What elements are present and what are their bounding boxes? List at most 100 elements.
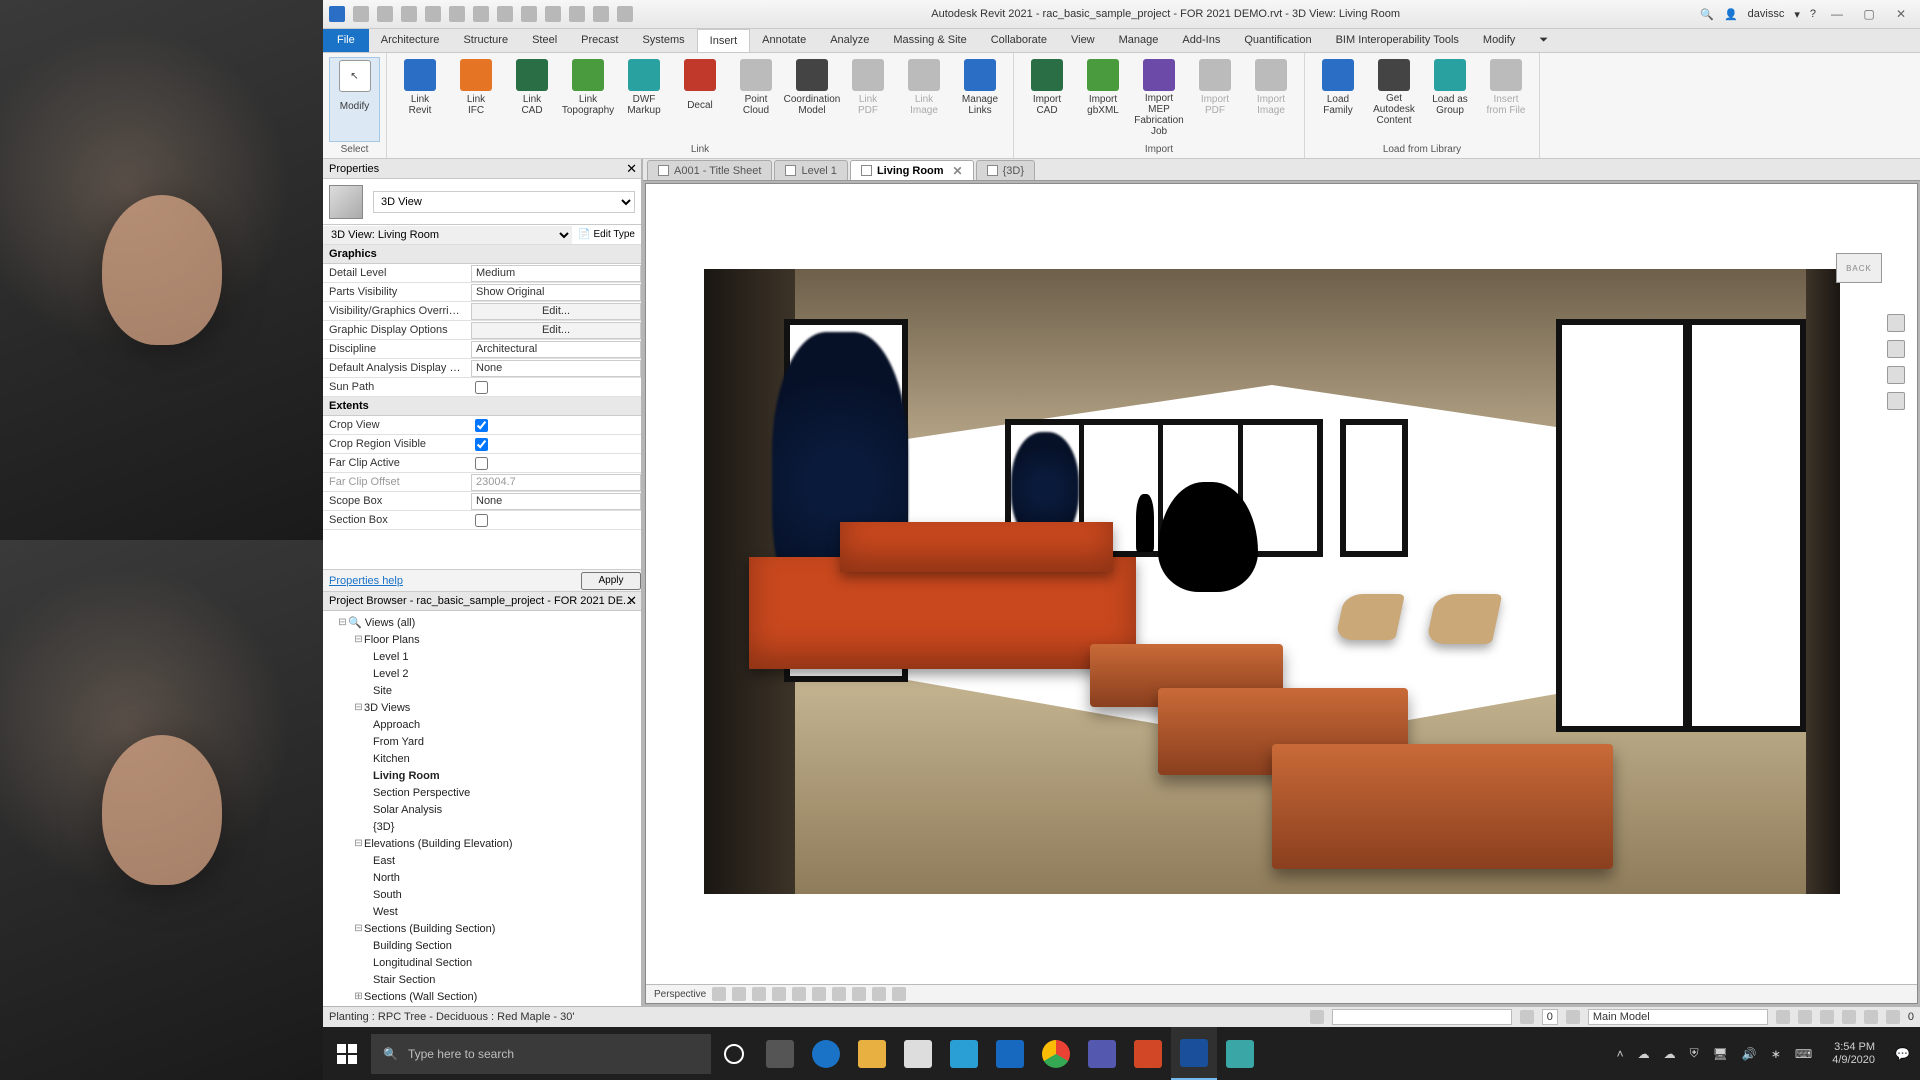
project-browser-close-icon[interactable]: ✕ xyxy=(626,593,637,609)
ribbon-tab-precast[interactable]: Precast xyxy=(569,29,630,52)
tree-item-approach[interactable]: Approach xyxy=(323,716,641,733)
prop-value[interactable] xyxy=(471,379,641,396)
workset-selector[interactable] xyxy=(1332,1009,1512,1025)
teams-icon[interactable] xyxy=(1079,1027,1125,1080)
prop-value[interactable]: Edit... xyxy=(471,322,641,339)
detail-level-icon[interactable] xyxy=(712,987,726,1001)
keyboard-icon[interactable]: ⌨ xyxy=(1795,1047,1812,1061)
properties-header[interactable]: Properties ✕ xyxy=(323,159,641,179)
tree-item-south[interactable]: South xyxy=(323,886,641,903)
mail-icon[interactable] xyxy=(941,1027,987,1080)
tree-root[interactable]: ⊟ 🔍 Views (all) xyxy=(323,614,641,631)
ribbon-get-autodesk-content[interactable]: Get AutodeskContent xyxy=(1367,57,1421,142)
sync-icon[interactable] xyxy=(401,6,417,22)
ribbon-tab-structure[interactable]: Structure xyxy=(451,29,520,52)
modify-tool[interactable]: ↖ Modify xyxy=(329,57,380,142)
print-icon[interactable] xyxy=(473,6,489,22)
reveal-hidden-icon[interactable] xyxy=(892,987,906,1001)
ribbon-import-cad[interactable]: ImportCAD xyxy=(1020,57,1074,142)
quick-access-toolbar[interactable] xyxy=(323,6,639,22)
full-nav-wheel-icon[interactable] xyxy=(1887,314,1905,332)
tree-item-level-2[interactable]: Level 2 xyxy=(323,665,641,682)
switch-windows-icon[interactable] xyxy=(617,6,633,22)
filter-icon[interactable] xyxy=(1886,1010,1900,1024)
ribbon-tab-manage[interactable]: Manage xyxy=(1107,29,1171,52)
revit-taskbar-icon[interactable] xyxy=(1171,1027,1217,1080)
infocenter-icon[interactable]: 🔍 xyxy=(1700,8,1714,21)
ribbon-load-family[interactable]: LoadFamily xyxy=(1311,57,1365,142)
volume-icon[interactable]: 🔊 xyxy=(1742,1047,1757,1061)
rendering-dialog-icon[interactable] xyxy=(792,987,806,1001)
start-button[interactable] xyxy=(323,1027,371,1080)
select-underlay-icon[interactable] xyxy=(1798,1010,1812,1024)
dimension-icon[interactable] xyxy=(521,6,537,22)
apply-button[interactable]: Apply xyxy=(581,572,641,590)
view-scale[interactable]: Perspective xyxy=(654,989,706,1000)
drawing-canvas[interactable]: BACK Perspective xyxy=(645,183,1918,1004)
prop-value[interactable]: Edit... xyxy=(471,303,641,320)
tree-item-site[interactable]: Site xyxy=(323,682,641,699)
prop-value[interactable] xyxy=(471,436,641,453)
ribbon-point-cloud[interactable]: PointCloud xyxy=(729,57,783,142)
cortana-icon[interactable] xyxy=(711,1027,757,1080)
orbit-icon[interactable] xyxy=(1887,392,1905,410)
properties-help-link[interactable]: Properties help xyxy=(323,575,581,587)
ribbon-minimize-icon[interactable]: ⏷ xyxy=(1527,29,1560,52)
select-links-icon[interactable] xyxy=(1776,1010,1790,1024)
tray-chevron-icon[interactable]: ˄ xyxy=(1617,1047,1624,1061)
ribbon-tab-steel[interactable]: Steel xyxy=(520,29,569,52)
powerpoint-icon[interactable] xyxy=(1125,1027,1171,1080)
select-pinned-icon[interactable] xyxy=(1820,1010,1834,1024)
username[interactable]: davissc xyxy=(1748,8,1785,20)
store-icon[interactable] xyxy=(895,1027,941,1080)
prop-value[interactable]: 23004.7 xyxy=(471,474,641,491)
design-option-selector[interactable]: Main Model xyxy=(1588,1009,1768,1025)
ribbon-tab-analyze[interactable]: Analyze xyxy=(818,29,881,52)
pan-icon[interactable] xyxy=(1887,340,1905,358)
ribbon-tab-file[interactable]: File xyxy=(323,29,369,52)
prop-category-extents[interactable]: Extents xyxy=(323,397,641,416)
tree-item-building-section[interactable]: Building Section xyxy=(323,937,641,954)
measure-icon[interactable] xyxy=(497,6,513,22)
ribbon-tab-add-ins[interactable]: Add-Ins xyxy=(1170,29,1232,52)
ribbon-tab-massing-site[interactable]: Massing & Site xyxy=(881,29,978,52)
undo-icon[interactable] xyxy=(425,6,441,22)
ribbon-tab-architecture[interactable]: Architecture xyxy=(369,29,452,52)
crop-region-icon[interactable] xyxy=(832,987,846,1001)
tree-branch-3d-views[interactable]: ⊟3D Views xyxy=(323,699,641,716)
tree-branch-floor-plans[interactable]: ⊟Floor Plans xyxy=(323,631,641,648)
ribbon-decal[interactable]: Decal xyxy=(673,57,727,142)
tree-branch-sections-wall-section-[interactable]: ⊞Sections (Wall Section) xyxy=(323,988,641,1005)
chrome-icon[interactable] xyxy=(1033,1027,1079,1080)
tree-item--3d-[interactable]: {3D} xyxy=(323,818,641,835)
tree-item-east[interactable]: East xyxy=(323,852,641,869)
close-tab-icon[interactable]: ✕ xyxy=(953,164,963,178)
shadows-icon[interactable] xyxy=(772,987,786,1001)
ribbon-tab-quantification[interactable]: Quantification xyxy=(1232,29,1323,52)
properties-close-icon[interactable]: ✕ xyxy=(626,161,637,177)
tree-item-living-room[interactable]: Living Room xyxy=(323,767,641,784)
tree-item-kitchen[interactable]: Kitchen xyxy=(323,750,641,767)
view-tab--3d-[interactable]: {3D} xyxy=(976,160,1035,180)
edge-icon[interactable] xyxy=(803,1027,849,1080)
tree-item-level-1[interactable]: Level 1 xyxy=(323,648,641,665)
view-tab-a001-title-sheet[interactable]: A001 - Title Sheet xyxy=(647,160,772,180)
ribbon-import-mep-fabrication-job[interactable]: Import MEPFabrication Job xyxy=(1132,57,1186,142)
properties-grid[interactable]: 3D View: Living Room 📄 Edit Type Graphic… xyxy=(323,225,641,569)
windows-taskbar[interactable]: 🔍 Type here to search ˄ ☁ ☁ ⛨ 🖥 🔊 ∗ ⌨ 3:… xyxy=(323,1027,1920,1080)
ribbon-import-gbxml[interactable]: ImportgbXML xyxy=(1076,57,1130,142)
onedrive-icon[interactable]: ☁ xyxy=(1638,1047,1650,1061)
notifications-icon[interactable]: 💬 xyxy=(1895,1047,1910,1061)
tree-item-section-perspective[interactable]: Section Perspective xyxy=(323,784,641,801)
system-clock[interactable]: 3:54 PM 4/9/2020 xyxy=(1826,1041,1881,1066)
taskbar-search[interactable]: 🔍 Type here to search xyxy=(371,1034,711,1074)
onedrive2-icon[interactable]: ☁ xyxy=(1664,1047,1676,1061)
tree-item-stair-section[interactable]: Stair Section xyxy=(323,971,641,988)
ribbon-tab-annotate[interactable]: Annotate xyxy=(750,29,818,52)
task-view-icon[interactable] xyxy=(757,1027,803,1080)
ribbon-tab-modify[interactable]: Modify xyxy=(1471,29,1527,52)
ribbon-tab-insert[interactable]: Insert xyxy=(697,29,751,52)
maximize-button[interactable]: ▢ xyxy=(1858,6,1880,22)
project-browser-tree[interactable]: ⊟ 🔍 Views (all)⊟Floor PlansLevel 1Level … xyxy=(323,611,641,1006)
security-icon[interactable]: ⛨ xyxy=(1690,1046,1699,1061)
